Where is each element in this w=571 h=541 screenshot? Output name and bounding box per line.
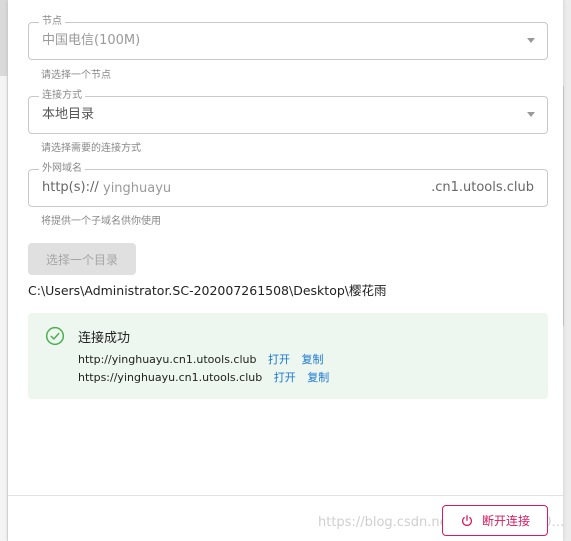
link-url: http://yinghuayu.cn1.utools.club <box>78 353 257 366</box>
selected-path: C:\Users\Administrator.SC-202007261508\D… <box>28 283 387 298</box>
subdomain-input[interactable] <box>103 178 343 198</box>
disconnect-label: 断开连接 <box>481 514 530 528</box>
background-selected-item <box>0 0 8 76</box>
power-icon <box>462 514 472 526</box>
caret-down-icon[interactable] <box>527 38 535 43</box>
check-circle-icon <box>45 326 65 346</box>
domain-prefix: http(s):// <box>42 180 99 195</box>
caret-down-icon[interactable] <box>527 112 535 117</box>
link-url: https://yinghuayu.cn1.utools.club <box>78 371 263 384</box>
choose-directory-button[interactable]: 选择一个目录 <box>28 243 136 275</box>
link-row-https: https://yinghuayu.cn1.utools.club 打开 复制 <box>78 369 329 385</box>
connection-helper: 请选择需要的连接方式 <box>41 143 141 154</box>
copy-link-button[interactable]: 复制 <box>307 371 329 384</box>
node-helper: 请选择一个节点 <box>41 70 111 81</box>
background-right-mark <box>563 86 571 326</box>
open-link-button[interactable]: 打开 <box>268 353 290 366</box>
link-row-http: http://yinghuayu.cn1.utools.club 打开 复制 <box>78 351 323 367</box>
disconnect-button[interactable]: 断开连接 <box>442 505 548 536</box>
copy-link-button[interactable]: 复制 <box>301 353 323 366</box>
node-value: 中国电信(100M) <box>42 33 141 48</box>
open-link-button[interactable]: 打开 <box>274 371 296 384</box>
connection-dialog: 节点 中国电信(100M) 请选择一个节点 连接方式 本地目录 请选择需要的连接… <box>8 0 564 541</box>
footer-divider <box>8 495 563 496</box>
connection-select[interactable]: 连接方式 本地目录 <box>28 90 548 134</box>
success-panel: 连接成功 http://yinghuayu.cn1.utools.club 打开… <box>28 313 548 399</box>
node-select[interactable]: 节点 中国电信(100M) <box>28 16 548 60</box>
domain-field: 外网域名 http(s):// .cn1.utools.club <box>28 163 548 207</box>
domain-suffix: .cn1.utools.club <box>431 180 534 195</box>
background-left-strip <box>0 0 8 541</box>
success-title: 连接成功 <box>78 331 131 346</box>
connection-value: 本地目录 <box>42 107 95 122</box>
background-right-strip <box>563 0 571 541</box>
domain-helper: 将提供一个子域名供你使用 <box>41 216 161 227</box>
